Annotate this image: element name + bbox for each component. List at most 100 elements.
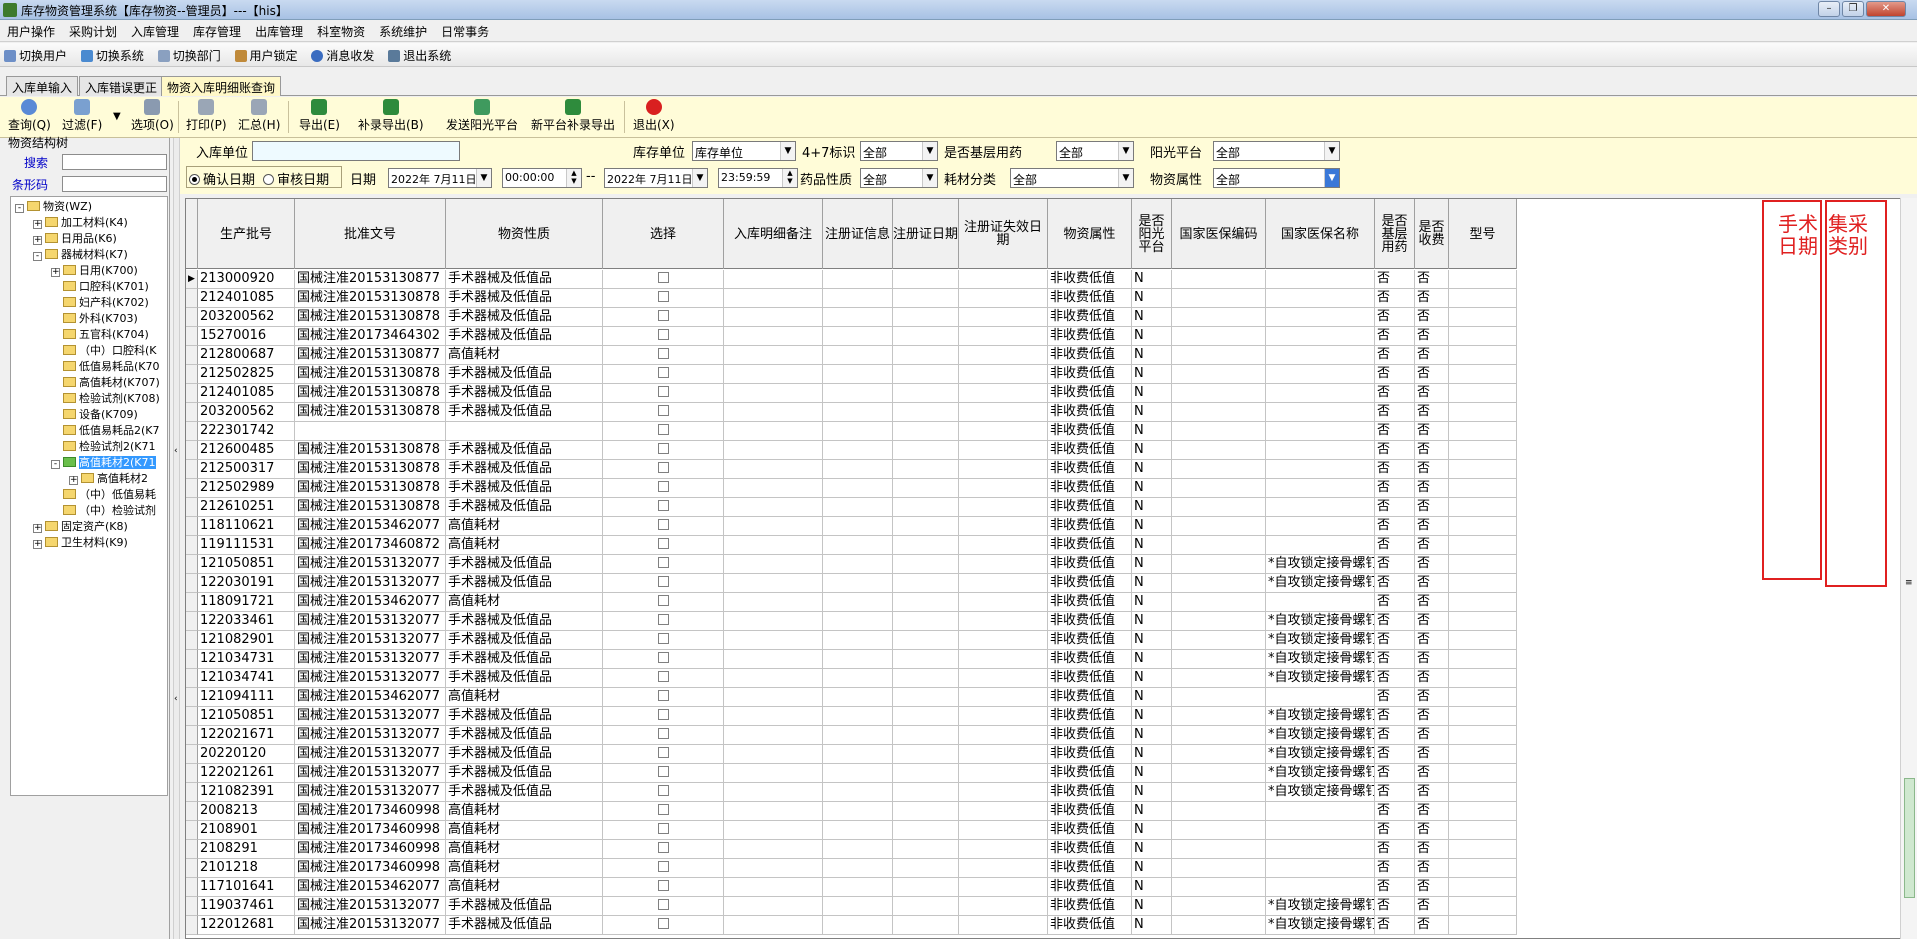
- table-row[interactable]: 122030191 国械注准20153132077 手术器械及低值品 非收费低值 N *自…: [186, 574, 1517, 593]
- cell-select[interactable]: [603, 289, 724, 308]
- tree-node[interactable]: - 器械材料(K7): [33, 247, 128, 263]
- time-from-spinner[interactable]: 00:00:00 ▲ ▼: [502, 168, 582, 188]
- row-indicator[interactable]: [186, 783, 198, 802]
- row-indicator[interactable]: [186, 878, 198, 897]
- cell-select[interactable]: [603, 650, 724, 669]
- select-checkbox[interactable]: [657, 766, 669, 777]
- column-header-batch-no[interactable]: 生产批号: [198, 199, 295, 269]
- date-from-picker[interactable]: 2022年 7月11日 ▼: [388, 168, 492, 188]
- table-row[interactable]: 118110621 国械注准20153462077 高值耗材 非收费低值 N 否否: [186, 517, 1517, 536]
- row-indicator[interactable]: [186, 593, 198, 612]
- menu-item-system[interactable]: 系统维护: [372, 20, 434, 40]
- material-tree[interactable]: - 物资(WZ) + 加工材料(K4) + 日用品(K6) - 器械材料(K7) + 日用(K70…: [10, 196, 168, 796]
- consumable-type-select[interactable]: 全部 ▼: [1010, 168, 1134, 188]
- cell-select[interactable]: [603, 859, 724, 878]
- row-indicator[interactable]: [186, 688, 198, 707]
- cell-select[interactable]: [603, 593, 724, 612]
- select-checkbox[interactable]: [657, 671, 669, 682]
- tree-node[interactable]: + 日用(K700): [51, 263, 138, 279]
- row-indicator[interactable]: [186, 384, 198, 403]
- table-row[interactable]: 119037461 国械注准20153132077 手术器械及低值品 非收费低值 N *自…: [186, 897, 1517, 916]
- cell-select[interactable]: [603, 384, 724, 403]
- confirm-date-radio[interactable]: 确认日期: [189, 173, 255, 187]
- tree-node[interactable]: 低值易耗品2(K7: [51, 423, 160, 439]
- expand-icon[interactable]: +: [33, 524, 42, 533]
- row-indicator[interactable]: [186, 707, 198, 726]
- cell-select[interactable]: [603, 840, 724, 859]
- query-button[interactable]: 查询(Q): [8, 99, 51, 133]
- select-checkbox[interactable]: [657, 519, 669, 530]
- cell-select[interactable]: [603, 574, 724, 593]
- row-indicator[interactable]: [186, 479, 198, 498]
- summary-button[interactable]: 汇总(H): [238, 99, 280, 133]
- column-header-is-charged[interactable]: 是否收费: [1415, 199, 1449, 269]
- table-row[interactable]: 212600485 国械注准20153130878 手术器械及低值品 非收费低值 N 否否: [186, 441, 1517, 460]
- cell-select[interactable]: [603, 783, 724, 802]
- tree-node[interactable]: 妇产科(K702): [51, 295, 149, 311]
- cell-select[interactable]: [603, 555, 724, 574]
- table-row[interactable]: 212502825 国械注准20153130878 手术器械及低值品 非收费低值 N 否否: [186, 365, 1517, 384]
- table-row[interactable]: 212500317 国械注准20153130878 手术器械及低值品 非收费低值 N 否否: [186, 460, 1517, 479]
- row-indicator[interactable]: [186, 574, 198, 593]
- lock-user-button[interactable]: 用户锁定: [231, 43, 304, 64]
- row-indicator[interactable]: [186, 859, 198, 878]
- select-checkbox[interactable]: [657, 462, 669, 473]
- column-header-approval-no[interactable]: 批准文号: [295, 199, 446, 269]
- cell-select[interactable]: [603, 669, 724, 688]
- cell-select[interactable]: [603, 536, 724, 555]
- table-row[interactable]: 119111531 国械注准20173460872 高值耗材 非收费低值 N 否否: [186, 536, 1517, 555]
- column-header-material-attr[interactable]: 物资属性: [1048, 199, 1132, 269]
- select-checkbox[interactable]: [657, 405, 669, 416]
- cell-select[interactable]: [603, 612, 724, 631]
- row-indicator[interactable]: [186, 745, 198, 764]
- menu-item-dept-materials[interactable]: 科室物资: [310, 20, 372, 40]
- select-checkbox[interactable]: [657, 367, 669, 378]
- date-to-picker[interactable]: 2022年 7月11日 ▼: [604, 168, 708, 188]
- select-checkbox[interactable]: [657, 481, 669, 492]
- tree-node[interactable]: 低值易耗品(K70: [51, 359, 160, 375]
- select-checkbox[interactable]: [657, 747, 669, 758]
- table-row[interactable]: 212610251 国械注准20153130878 手术器械及低值品 非收费低值 N 否否: [186, 498, 1517, 517]
- select-checkbox[interactable]: [657, 842, 669, 853]
- supplement-export-button[interactable]: 补录导出(B): [358, 99, 424, 133]
- row-indicator[interactable]: [186, 498, 198, 517]
- table-row[interactable]: 2101218 国械注准20173460998 高值耗材 非收费低值 N 否否: [186, 859, 1517, 878]
- expand-icon[interactable]: +: [33, 220, 42, 229]
- cell-select[interactable]: [603, 498, 724, 517]
- table-row[interactable]: 2108291 国械注准20173460998 高值耗材 非收费低值 N 否否: [186, 840, 1517, 859]
- material-attr-select[interactable]: 全部 ▼: [1213, 168, 1340, 188]
- select-checkbox[interactable]: [657, 652, 669, 663]
- menu-item-stock[interactable]: 库存管理: [186, 20, 248, 40]
- expand-icon[interactable]: +: [33, 236, 42, 245]
- column-header-select[interactable]: 选择: [603, 199, 724, 269]
- drug-nature-select[interactable]: 全部 ▼: [860, 168, 938, 188]
- table-row[interactable]: 212800687 国械注准20153130877 高值耗材 非收费低值 N 否否: [186, 346, 1517, 365]
- cell-select[interactable]: [603, 745, 724, 764]
- row-indicator[interactable]: [186, 631, 198, 650]
- row-indicator[interactable]: [186, 365, 198, 384]
- row-indicator[interactable]: [186, 802, 198, 821]
- row-indicator[interactable]: [186, 726, 198, 745]
- row-indicator[interactable]: [186, 821, 198, 840]
- select-checkbox[interactable]: [657, 823, 669, 834]
- tree-node[interactable]: + 高值耗材2: [69, 471, 148, 487]
- tag47-select[interactable]: 全部 ▼: [860, 141, 938, 161]
- cell-select[interactable]: [603, 403, 724, 422]
- tree-node[interactable]: + 加工材料(K4): [33, 215, 128, 231]
- table-row[interactable]: 122021261 国械注准20153132077 手术器械及低值品 非收费低值 N *自…: [186, 764, 1517, 783]
- column-header-is-sunshine[interactable]: 是否阳光平台: [1132, 199, 1172, 269]
- select-checkbox[interactable]: [657, 804, 669, 815]
- cell-select[interactable]: [603, 308, 724, 327]
- tab-inbound-detail-query[interactable]: 物资入库明细账查询: [161, 76, 282, 96]
- switch-department-button[interactable]: 切换部门: [154, 43, 227, 64]
- select-checkbox[interactable]: [657, 272, 669, 283]
- cell-select[interactable]: [603, 517, 724, 536]
- select-checkbox[interactable]: [657, 538, 669, 549]
- select-checkbox[interactable]: [657, 291, 669, 302]
- close-button[interactable]: ✕: [1866, 1, 1906, 17]
- tree-node[interactable]: 设备(K709): [51, 407, 138, 423]
- stock-unit-select[interactable]: 库存单位 ▼: [692, 141, 796, 161]
- column-header-nhsa-code[interactable]: 国家医保编码: [1172, 199, 1266, 269]
- select-checkbox[interactable]: [657, 785, 669, 796]
- cell-select[interactable]: [603, 802, 724, 821]
